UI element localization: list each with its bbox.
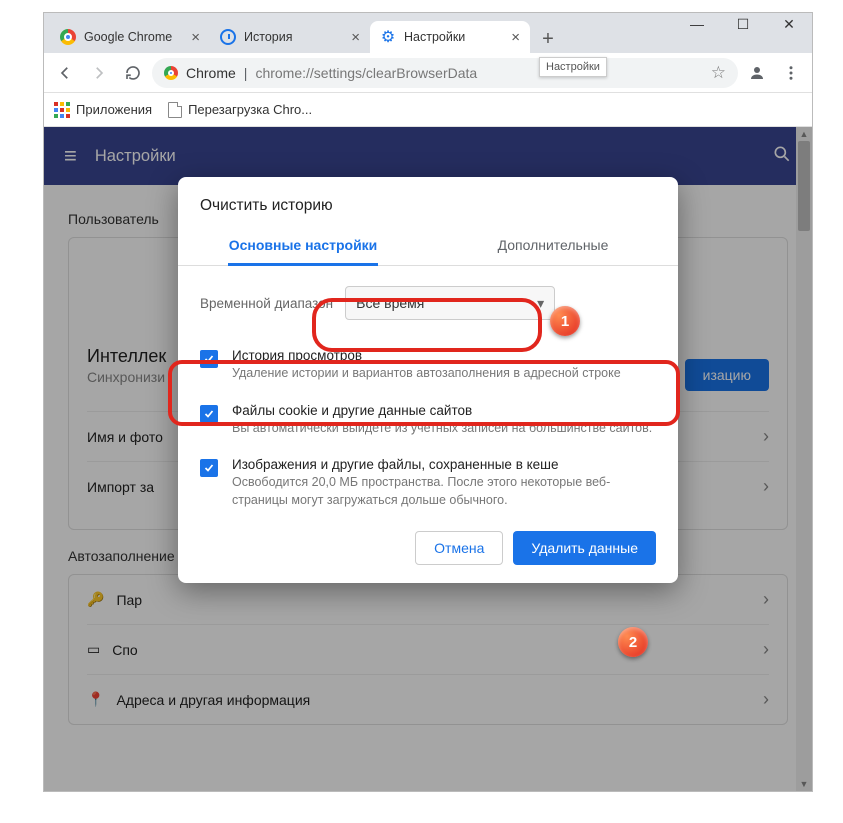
window-controls: — ☐ ✕ bbox=[674, 9, 812, 39]
history-icon bbox=[220, 29, 236, 45]
chevron-down-icon: ▾ bbox=[537, 295, 544, 312]
dialog-title: Очистить историю bbox=[178, 197, 678, 225]
star-icon[interactable]: ☆ bbox=[711, 63, 726, 83]
address-bar[interactable]: Chrome | chrome://settings/clearBrowserD… bbox=[152, 58, 738, 88]
check-cookies[interactable]: Файлы cookie и другие данные сайтов Вы а… bbox=[200, 393, 656, 448]
new-tab-button[interactable]: + bbox=[534, 25, 562, 53]
modal-backdrop: Очистить историю Основные настройки Допо… bbox=[44, 127, 812, 791]
profile-button[interactable] bbox=[742, 58, 772, 88]
range-label: Временной диапазон bbox=[200, 296, 333, 311]
settings-icon: ⚙ bbox=[380, 29, 396, 45]
tab-advanced[interactable]: Дополнительные bbox=[428, 225, 678, 265]
apps-icon bbox=[54, 102, 70, 118]
bookmarks-bar: Приложения Перезагрузка Chro... bbox=[44, 93, 812, 127]
clear-data-dialog: Очистить историю Основные настройки Допо… bbox=[178, 177, 678, 583]
minimize-button[interactable]: — bbox=[674, 9, 720, 39]
select-value: Все время bbox=[356, 295, 424, 311]
tab-tooltip: Настройки bbox=[539, 57, 607, 77]
apps-shortcut[interactable]: Приложения bbox=[54, 102, 152, 118]
close-icon[interactable]: × bbox=[351, 29, 360, 46]
tab-2[interactable]: История × bbox=[210, 21, 370, 53]
dialog-tabs: Основные настройки Дополнительные bbox=[178, 225, 678, 266]
confirm-button[interactable]: Удалить данные bbox=[513, 531, 656, 565]
tab-title: Google Chrome bbox=[84, 30, 183, 44]
url-scheme: Chrome bbox=[186, 65, 236, 81]
close-icon[interactable]: × bbox=[191, 29, 200, 46]
chrome-icon bbox=[164, 66, 178, 80]
dialog-actions: Отмена Удалить данные bbox=[178, 523, 678, 565]
check-title: Файлы cookie и другие данные сайтов bbox=[232, 403, 656, 418]
close-button[interactable]: ✕ bbox=[766, 9, 812, 39]
checkbox-checked-icon[interactable] bbox=[200, 459, 218, 477]
page-icon bbox=[168, 102, 182, 118]
check-title: Изображения и другие файлы, сохраненные … bbox=[232, 457, 656, 472]
bookmark-label: Перезагрузка Chro... bbox=[188, 102, 312, 117]
tab-1[interactable]: Google Chrome × bbox=[50, 21, 210, 53]
tab-3-active[interactable]: ⚙ Настройки × bbox=[370, 21, 530, 53]
bookmark-1[interactable]: Перезагрузка Chro... bbox=[168, 102, 312, 118]
browser-window: — ☐ ✕ Google Chrome × История × ⚙ Настро… bbox=[43, 12, 813, 792]
menu-button[interactable] bbox=[776, 58, 806, 88]
cancel-button[interactable]: Отмена bbox=[415, 531, 503, 565]
page-content: ≡ Настройки Пользователь Интеллек Синхро… bbox=[44, 127, 812, 791]
maximize-button[interactable]: ☐ bbox=[720, 9, 766, 39]
annotation-badge-2: 2 bbox=[618, 627, 648, 657]
time-range-select[interactable]: Все время ▾ bbox=[345, 286, 555, 320]
time-range-row: Временной диапазон Все время ▾ bbox=[200, 286, 656, 320]
url-path: chrome://settings/clearBrowserData bbox=[255, 65, 477, 81]
check-cache[interactable]: Изображения и другие файлы, сохраненные … bbox=[200, 447, 656, 519]
checkbox-checked-icon[interactable] bbox=[200, 350, 218, 368]
annotation-badge-1: 1 bbox=[550, 306, 580, 336]
checkbox-checked-icon[interactable] bbox=[200, 405, 218, 423]
check-desc: Вы автоматически выйдете из учетных запи… bbox=[232, 420, 656, 438]
bookmark-label: Приложения bbox=[76, 102, 152, 117]
reload-button[interactable] bbox=[118, 58, 148, 88]
close-icon[interactable]: × bbox=[511, 29, 520, 46]
check-desc: Освободится 20,0 МБ пространства. После … bbox=[232, 474, 656, 509]
tab-title: Настройки bbox=[404, 30, 503, 44]
check-title: История просмотров bbox=[232, 348, 656, 363]
tab-basic[interactable]: Основные настройки bbox=[178, 225, 428, 265]
forward-button[interactable] bbox=[84, 58, 114, 88]
back-button[interactable] bbox=[50, 58, 80, 88]
url-sep: | bbox=[244, 65, 248, 81]
toolbar: Chrome | chrome://settings/clearBrowserD… bbox=[44, 53, 812, 93]
check-desc: Удаление истории и вариантов автозаполне… bbox=[232, 365, 656, 383]
chrome-icon bbox=[60, 29, 76, 45]
dialog-body: Временной диапазон Все время ▾ История п… bbox=[178, 266, 678, 523]
tab-title: История bbox=[244, 30, 343, 44]
check-history[interactable]: История просмотров Удаление истории и ва… bbox=[200, 338, 656, 393]
